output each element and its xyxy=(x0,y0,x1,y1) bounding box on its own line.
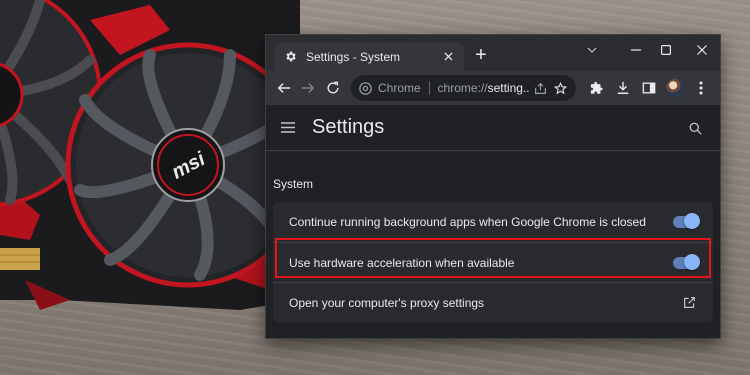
chrome-logo-icon xyxy=(359,81,372,95)
maximize-icon[interactable] xyxy=(656,41,676,59)
browser-toolbar: Chrome chrome://setting... xyxy=(266,71,720,105)
page-title: Settings xyxy=(312,116,385,138)
setting-row-hardware-acceleration: Use hardware acceleration when available xyxy=(273,242,713,282)
setting-label: Continue running background apps when Go… xyxy=(289,215,646,229)
bookmark-star-icon[interactable] xyxy=(552,79,568,97)
download-icon[interactable] xyxy=(610,75,636,101)
chevron-down-icon[interactable] xyxy=(582,41,602,59)
new-tab-button[interactable]: + xyxy=(472,44,490,66)
toggle-knob xyxy=(684,213,700,229)
search-icon[interactable] xyxy=(686,119,704,137)
title-bar: Settings - System + xyxy=(266,35,720,71)
side-panel-icon[interactable] xyxy=(636,75,662,101)
setting-label: Open your computer's proxy settings xyxy=(289,295,485,310)
url-separator xyxy=(428,81,430,95)
hardware-acceleration-toggle[interactable] xyxy=(673,253,700,270)
section-title: System xyxy=(273,177,314,191)
extensions-puzzle-icon[interactable] xyxy=(584,75,610,101)
setting-label: Use hardware acceleration when available xyxy=(289,255,515,270)
forward-arrow-icon[interactable] xyxy=(296,75,320,101)
toggle-knob xyxy=(684,253,700,270)
minimize-icon[interactable] xyxy=(626,41,646,59)
gear-icon xyxy=(282,49,298,65)
tab-title: Settings - System xyxy=(306,49,401,64)
close-icon[interactable] xyxy=(692,41,712,59)
tab-close-icon[interactable] xyxy=(440,49,456,65)
setting-row-proxy[interactable]: Open your computer's proxy settings xyxy=(273,282,713,322)
settings-content: System Continue running background apps … xyxy=(266,151,720,322)
hamburger-menu-icon[interactable] xyxy=(278,118,298,138)
browser-window: Settings - System + Chrome chrome://sett… xyxy=(265,34,721,339)
site-chip: Chrome xyxy=(377,81,421,95)
settings-header: Settings xyxy=(266,105,720,151)
background-apps-toggle[interactable] xyxy=(673,213,700,229)
address-bar[interactable]: Chrome chrome://setting... xyxy=(350,75,576,101)
url-text: chrome://setting... xyxy=(437,81,529,95)
share-icon[interactable] xyxy=(533,79,549,97)
external-link-icon[interactable] xyxy=(681,295,697,311)
tab-settings[interactable]: Settings - System xyxy=(274,42,464,71)
more-menu-icon[interactable] xyxy=(688,75,714,101)
extension-group xyxy=(584,75,714,101)
reload-icon[interactable] xyxy=(321,75,345,101)
plus-icon: + xyxy=(475,44,487,66)
back-arrow-icon[interactable] xyxy=(272,75,296,101)
settings-card: Continue running background apps when Go… xyxy=(273,202,713,322)
profile-avatar[interactable] xyxy=(665,79,684,97)
setting-row-background-apps: Continue running background apps when Go… xyxy=(273,202,713,242)
